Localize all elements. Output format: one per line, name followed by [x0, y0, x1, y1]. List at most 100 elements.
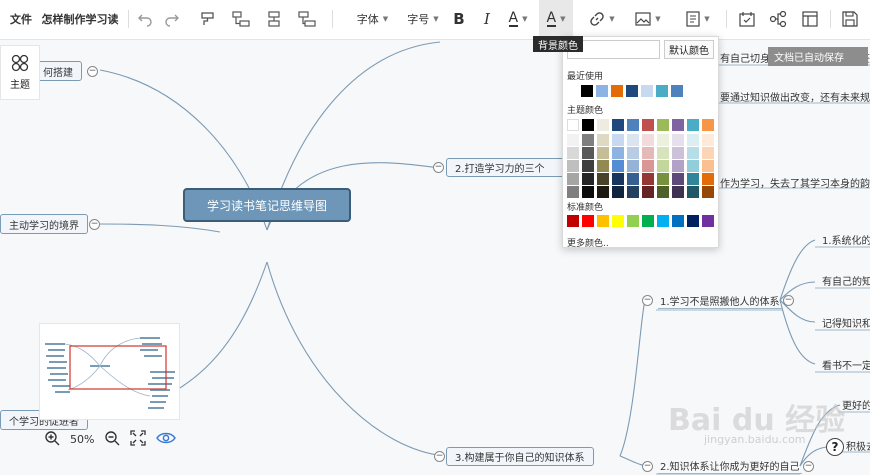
theme-color-swatch[interactable] [642, 119, 654, 131]
italic-button[interactable]: I [476, 0, 498, 38]
note-button[interactable]: ▼ [682, 0, 714, 38]
root-node[interactable]: 学习读书笔记思维导图 [183, 188, 351, 222]
theme-color-swatch[interactable] [672, 173, 684, 185]
zoom-out-button[interactable] [104, 430, 120, 449]
theme-color-swatch[interactable] [687, 186, 699, 198]
theme-color-swatch[interactable] [642, 134, 654, 146]
recent-color-swatch[interactable] [626, 85, 638, 97]
theme-color-swatch[interactable] [627, 119, 639, 131]
collapse-toggle[interactable]: − [434, 451, 445, 462]
theme-color-swatch[interactable] [612, 119, 624, 131]
recent-color-swatch[interactable] [641, 85, 653, 97]
theme-color-swatch[interactable] [657, 186, 669, 198]
theme-color-swatch[interactable] [642, 147, 654, 159]
theme-color-swatch[interactable] [642, 160, 654, 172]
theme-color-swatch[interactable] [567, 119, 579, 131]
theme-color-swatch[interactable] [702, 160, 714, 172]
recent-color-swatch[interactable] [611, 85, 623, 97]
theme-color-swatch[interactable] [687, 119, 699, 131]
theme-color-swatch[interactable] [687, 173, 699, 185]
font-color-button[interactable]: A ▼ [503, 0, 533, 38]
branch-node-3[interactable]: 3.构建属于你自己的知识体系 [446, 447, 594, 466]
theme-color-swatch[interactable] [657, 147, 669, 159]
theme-button[interactable]: 主题 [0, 45, 40, 100]
theme-color-swatch[interactable] [627, 160, 639, 172]
link-button[interactable]: ▼ [586, 0, 618, 38]
left-node-active-learning[interactable]: 主动学习的境界 [0, 214, 88, 234]
standard-color-swatch[interactable] [642, 215, 654, 227]
format-painter-button[interactable] [196, 0, 220, 38]
theme-color-swatch[interactable] [702, 147, 714, 159]
leaf-text[interactable]: 积极去 [846, 437, 870, 453]
sub-node-2[interactable]: 2.知识体系让你成为更好的自己 [658, 458, 802, 474]
theme-color-swatch[interactable] [627, 147, 639, 159]
theme-color-swatch[interactable] [597, 134, 609, 146]
recent-color-swatch[interactable] [656, 85, 668, 97]
theme-color-swatch[interactable] [567, 186, 579, 198]
collapse-toggle[interactable]: − [783, 295, 794, 306]
leaf-text[interactable]: 1.系统化的 [822, 231, 870, 247]
theme-color-swatch[interactable] [597, 119, 609, 131]
theme-color-swatch[interactable] [582, 160, 594, 172]
theme-color-swatch[interactable] [657, 173, 669, 185]
theme-color-swatch[interactable] [582, 119, 594, 131]
theme-color-swatch[interactable] [582, 134, 594, 146]
theme-color-swatch[interactable] [657, 119, 669, 131]
standard-color-swatch[interactable] [582, 215, 594, 227]
theme-color-swatch[interactable] [597, 186, 609, 198]
collapse-toggle[interactable]: − [803, 461, 814, 472]
leaf-text[interactable]: 看书不一定 [822, 356, 870, 372]
theme-color-swatch[interactable] [627, 173, 639, 185]
theme-color-swatch[interactable] [597, 147, 609, 159]
font-family-select[interactable]: 字体 ▼ [345, 0, 400, 38]
summary-button[interactable] [798, 0, 822, 38]
doc-title[interactable]: 怎样制作学习读 [38, 0, 122, 38]
theme-color-swatch[interactable] [597, 173, 609, 185]
standard-color-swatch[interactable] [702, 215, 714, 227]
theme-color-swatch[interactable] [672, 160, 684, 172]
recent-color-swatch[interactable] [671, 85, 683, 97]
help-button[interactable]: ? [826, 438, 844, 456]
theme-color-swatch[interactable] [702, 186, 714, 198]
standard-color-swatch[interactable] [567, 215, 579, 227]
theme-color-swatch[interactable] [672, 119, 684, 131]
theme-color-swatch[interactable] [567, 134, 579, 146]
theme-color-swatch[interactable] [627, 186, 639, 198]
theme-color-swatch[interactable] [702, 119, 714, 131]
undo-button[interactable] [134, 0, 156, 38]
standard-color-swatch[interactable] [657, 215, 669, 227]
theme-color-swatch[interactable] [612, 186, 624, 198]
theme-color-swatch[interactable] [612, 147, 624, 159]
theme-color-swatch[interactable] [642, 186, 654, 198]
task-button[interactable] [735, 0, 759, 38]
theme-color-swatch[interactable] [627, 134, 639, 146]
image-button[interactable]: ▼ [632, 0, 664, 38]
theme-color-swatch[interactable] [702, 173, 714, 185]
theme-color-swatch[interactable] [567, 147, 579, 159]
leaf-text[interactable]: 作为学习，失去了其学习本身的韵味 [720, 174, 870, 190]
redo-button[interactable] [161, 0, 183, 38]
standard-color-swatch[interactable] [627, 215, 639, 227]
theme-color-swatch[interactable] [582, 186, 594, 198]
default-color-button[interactable]: 默认颜色 [664, 40, 714, 59]
fit-screen-button[interactable] [130, 430, 147, 449]
theme-color-swatch[interactable] [687, 134, 699, 146]
theme-color-swatch[interactable] [567, 160, 579, 172]
theme-color-swatch[interactable] [612, 160, 624, 172]
theme-color-swatch[interactable] [702, 134, 714, 146]
theme-color-swatch[interactable] [612, 134, 624, 146]
insert-child-button[interactable] [229, 0, 253, 38]
theme-color-swatch[interactable] [567, 173, 579, 185]
leaf-text[interactable]: 有自己的知 [822, 272, 870, 288]
theme-color-swatch[interactable] [642, 173, 654, 185]
collapse-toggle[interactable]: − [89, 219, 100, 230]
standard-color-swatch[interactable] [612, 215, 624, 227]
theme-color-swatch[interactable] [657, 134, 669, 146]
save-button[interactable] [838, 0, 862, 38]
leaf-text[interactable]: 记得知识和 [822, 314, 870, 330]
collapse-toggle[interactable]: − [642, 461, 653, 472]
leaf-text[interactable]: 更好的 [842, 396, 870, 412]
sub-node-1[interactable]: 1.学习不是照搬他人的体系 [658, 293, 782, 309]
theme-color-swatch[interactable] [687, 160, 699, 172]
insert-parent-button[interactable] [295, 0, 319, 38]
